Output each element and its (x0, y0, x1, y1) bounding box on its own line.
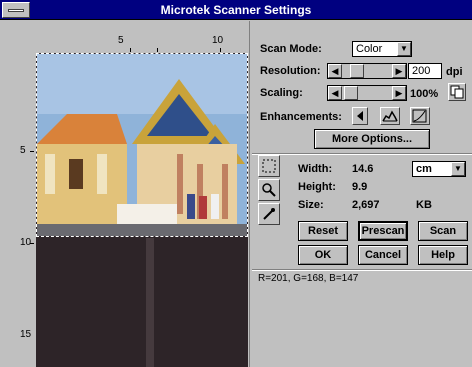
resolution-input[interactable]: 200 (408, 63, 442, 79)
unit-value: cm (416, 163, 432, 175)
right-arrow-icon[interactable]: ▶ (392, 86, 406, 100)
horizontal-ruler: 5 10 (30, 35, 248, 52)
scan-mode-label: Scan Mode: (260, 43, 322, 55)
reset-button[interactable]: Reset (298, 221, 348, 241)
ruler-label: 5 (118, 35, 124, 46)
marquee-select-icon[interactable] (258, 155, 280, 177)
ruler-label: 5 (20, 145, 26, 156)
width-value: 14.6 (352, 163, 374, 175)
help-button[interactable]: Help (418, 245, 468, 265)
tool-palette (258, 155, 282, 227)
more-options-button[interactable]: More Options... (314, 129, 430, 149)
color-readout-status: R=201, G=168, B=147 (258, 273, 359, 284)
resolution-unit: dpi (446, 66, 463, 78)
ruler-label: 10 (212, 35, 224, 46)
height-label: Height: (298, 181, 336, 193)
left-arrow-icon[interactable] (352, 107, 368, 125)
title-bar: Microtek Scanner Settings (0, 0, 472, 20)
scan-mode-value: Color (356, 43, 383, 55)
histogram-icon[interactable] (380, 107, 400, 125)
resolution-label: Resolution: (260, 65, 321, 77)
width-label: Width: (298, 163, 333, 175)
preview-image-temple[interactable] (36, 53, 248, 237)
scaling-slider[interactable]: ◀ ▶ (327, 85, 407, 101)
scaling-slider-thumb[interactable] (344, 86, 358, 100)
copy-icon[interactable] (448, 83, 466, 101)
divider (252, 269, 472, 271)
ruler-label: 15 (20, 329, 32, 340)
eyedropper-icon[interactable] (258, 203, 280, 225)
curve-icon[interactable] (410, 107, 430, 125)
chevron-down-icon[interactable]: ▼ (451, 162, 465, 176)
scan-button[interactable]: Scan (418, 221, 468, 241)
preview-background-pole (146, 238, 154, 367)
window-title: Microtek Scanner Settings (160, 3, 312, 17)
preview-pane: 5 10 5 10 15 (0, 21, 250, 367)
enhancements-label: Enhancements: (260, 111, 342, 123)
right-arrow-icon[interactable]: ▶ (392, 64, 406, 78)
system-menu-button[interactable] (2, 2, 30, 18)
ok-button[interactable]: OK (298, 245, 348, 265)
size-label: Size: (298, 199, 324, 211)
resolution-slider[interactable]: ◀ ▶ (327, 63, 407, 79)
height-value: 9.9 (352, 181, 368, 193)
resolution-slider-thumb[interactable] (350, 64, 364, 78)
unit-select[interactable]: cm ▼ (412, 161, 466, 177)
divider (252, 153, 472, 155)
left-arrow-icon[interactable]: ◀ (328, 64, 342, 78)
left-arrow-icon[interactable]: ◀ (328, 86, 342, 100)
scaling-value: 100% (410, 88, 439, 100)
scan-preview-area[interactable] (36, 53, 248, 367)
size-unit: KB (416, 199, 432, 211)
size-value: 2,697 (352, 199, 380, 211)
chevron-down-icon[interactable]: ▼ (397, 42, 411, 56)
prescan-button[interactable]: Prescan (358, 221, 408, 241)
settings-pane: Scan Mode: Color ▼ Resolution: ◀ ▶ 200 d… (252, 21, 472, 367)
cancel-button[interactable]: Cancel (358, 245, 408, 265)
vertical-ruler: 5 10 15 (20, 51, 34, 367)
scaling-label: Scaling: (260, 87, 303, 99)
scan-mode-select[interactable]: Color ▼ (352, 41, 412, 57)
zoom-icon[interactable] (258, 179, 280, 201)
